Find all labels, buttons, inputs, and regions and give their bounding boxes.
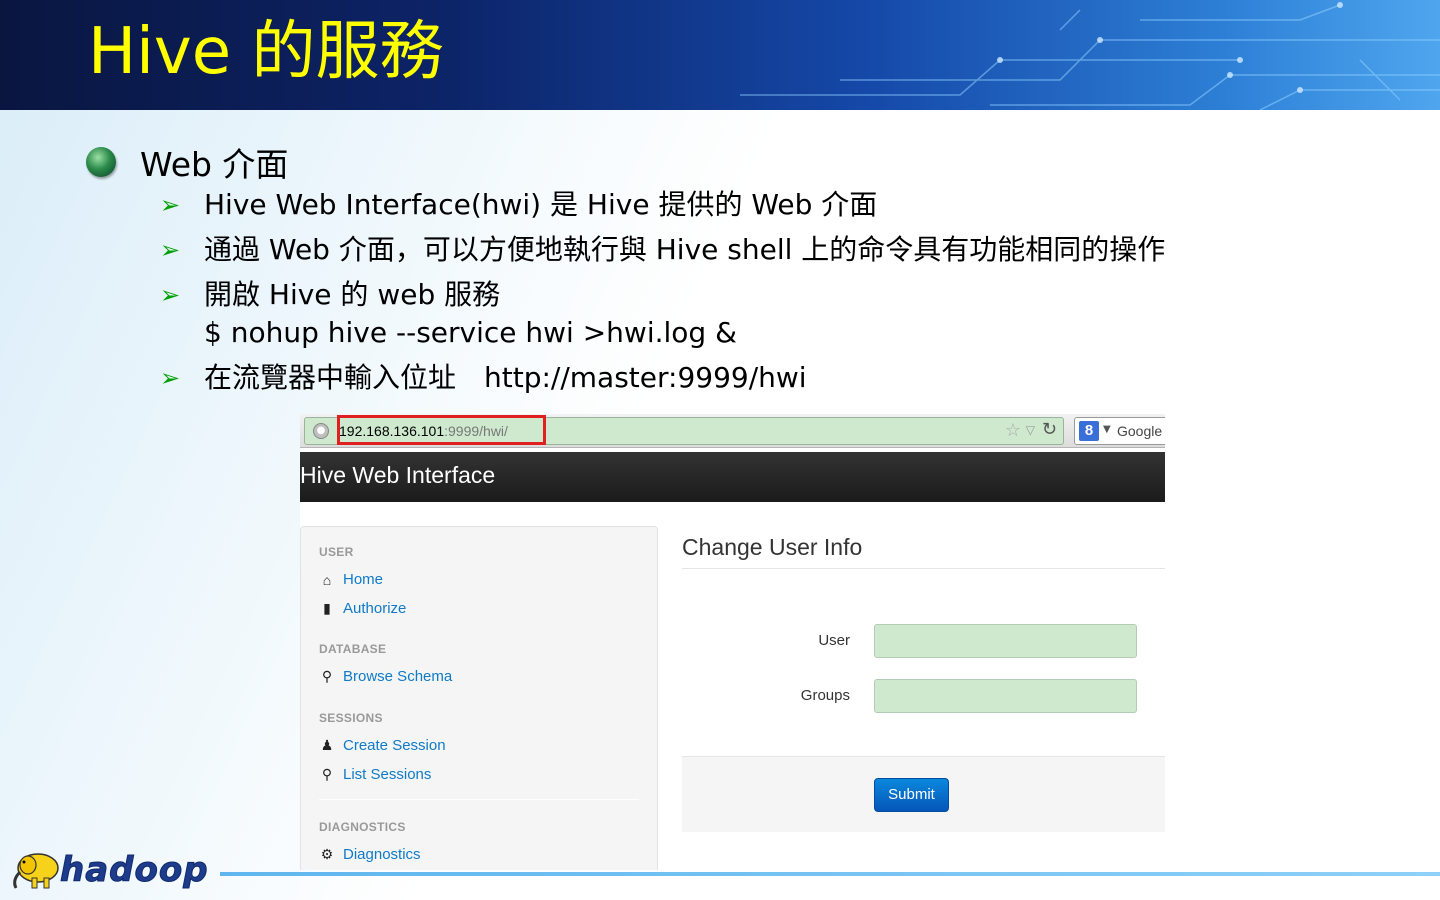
globe-icon: ● <box>313 423 329 439</box>
hadoop-logo: hadoop <box>8 848 218 894</box>
sidebar-item-create-session[interactable]: ♟ Create Session <box>319 737 446 754</box>
sub-bullet-text: 在流覽器中輸入位址 http://master:9999/hwi <box>204 361 807 394</box>
bullet-web-interface: Web 介面 <box>86 138 288 186</box>
arrow-bullet-icon: ➢ <box>160 281 181 309</box>
sidebar-item-label: Home <box>343 571 384 588</box>
user-icon: ♟ <box>320 737 334 753</box>
arrow-bullet-icon: ➢ <box>160 364 181 392</box>
sub-bullet-3: ➢ 開啟 Hive 的 web 服務 $ nohup hive --servic… <box>160 276 737 352</box>
hwi-screenshot: ● 192.168.136.101:9999/hwi/ ☆ ▽ ↻ 8 ▼ Go… <box>300 414 1165 870</box>
bookmark-star-icon[interactable]: ☆ <box>1005 420 1021 441</box>
sidebar-item-label: Browse Schema <box>343 668 453 685</box>
sub-bullet-2: ➢ 通過 Web 介面，可以方便地執行與 Hive shell 上的命令具有功能… <box>160 231 1165 269</box>
sidebar-header-database: DATABASE <box>319 642 387 656</box>
search-icon: ⚲ <box>321 668 333 684</box>
title-divider <box>682 568 1165 569</box>
sidebar-item-browse-schema[interactable]: ⚲ Browse Schema <box>319 668 452 685</box>
sub-bullet-text: Hive Web Interface(hwi) 是 Hive 提供的 Web 介… <box>204 188 878 221</box>
sub-bullet-line: 開啟 Hive 的 web 服務 <box>204 278 501 311</box>
hwi-brand[interactable]: Hive Web Interface <box>300 462 495 489</box>
hwi-navbar: Hive Web Interface <box>300 452 1165 502</box>
sidebar-item-label: Authorize <box>343 600 407 617</box>
footer-line <box>220 872 1440 876</box>
user-input[interactable] <box>874 624 1137 658</box>
lock-icon: ▮ <box>323 600 331 616</box>
browser-toolbar: ● 192.168.136.101:9999/hwi/ ☆ ▽ ↻ 8 ▼ Go… <box>300 414 1165 448</box>
circuit-decoration <box>740 2 1440 110</box>
form-title: Change User Info <box>682 534 863 560</box>
dropdown-arrow-icon[interactable]: ▽ <box>1026 423 1035 437</box>
groups-input[interactable] <box>874 679 1137 713</box>
hadoop-wordmark: hadoop <box>60 850 209 891</box>
sidebar-item-diagnostics[interactable]: ⚙ Diagnostics <box>319 846 421 863</box>
sub-bullet-4: ➢ 在流覽器中輸入位址 http://master:9999/hwi <box>160 359 807 397</box>
sub-bullet-text: 通過 Web 介面，可以方便地執行與 Hive shell 上的命令具有功能相同… <box>204 233 1166 266</box>
arrow-bullet-icon: ➢ <box>160 191 181 219</box>
sidebar-header-diagnostics: DIAGNOSTICS <box>319 820 406 834</box>
search-engine-icon: 8 <box>1079 421 1099 441</box>
groups-label: Groups <box>800 687 850 704</box>
search-engine-label: Google <box>1117 423 1163 439</box>
chevron-down-icon[interactable]: ▼ <box>1103 424 1111 435</box>
home-icon: ⌂ <box>322 571 332 588</box>
elephant-icon <box>13 853 59 889</box>
sub-bullet-text: 開啟 Hive 的 web 服務 $ nohup hive --service … <box>204 276 737 352</box>
arrow-bullet-icon: ➢ <box>160 236 181 264</box>
title-banner: Hive 的服務 <box>0 0 1440 110</box>
search-icon: ⚲ <box>321 766 333 782</box>
sidebar-item-label: List Sessions <box>343 766 432 783</box>
reload-icon[interactable]: ↻ <box>1042 419 1057 440</box>
search-box[interactable]: 8 ▼ Google <box>1074 417 1165 445</box>
sidebar-divider <box>319 799 639 800</box>
sidebar-item-authorize[interactable]: ▮ Authorize <box>319 600 406 617</box>
sidebar-header-user: USER <box>319 545 354 559</box>
slide-title: Hive 的服務 <box>88 15 444 89</box>
form-actions: Submit <box>682 756 1165 832</box>
user-label: User <box>818 632 850 649</box>
command-line: $ nohup hive --service hwi >hwi.log & <box>204 316 737 349</box>
sidebar-item-home[interactable]: ⌂ Home <box>319 571 383 588</box>
submit-button[interactable]: Submit <box>874 778 949 812</box>
bullet-orb-icon <box>86 147 116 177</box>
sidebar-item-label: Create Session <box>343 737 446 754</box>
sidebar-item-list-sessions[interactable]: ⚲ List Sessions <box>319 766 432 783</box>
url-highlight-box <box>337 415 546 445</box>
sub-bullet-1: ➢ Hive Web Interface(hwi) 是 Hive 提供的 Web… <box>160 186 877 224</box>
bullet-main-text: Web 介面 <box>140 145 289 184</box>
gear-icon: ⚙ <box>320 846 334 862</box>
sidebar-header-sessions: SESSIONS <box>319 711 383 725</box>
sidebar-item-label: Diagnostics <box>343 846 421 863</box>
hwi-sidebar: USER ⌂ Home ▮ Authorize DATABASE ⚲ Brows… <box>300 526 658 870</box>
